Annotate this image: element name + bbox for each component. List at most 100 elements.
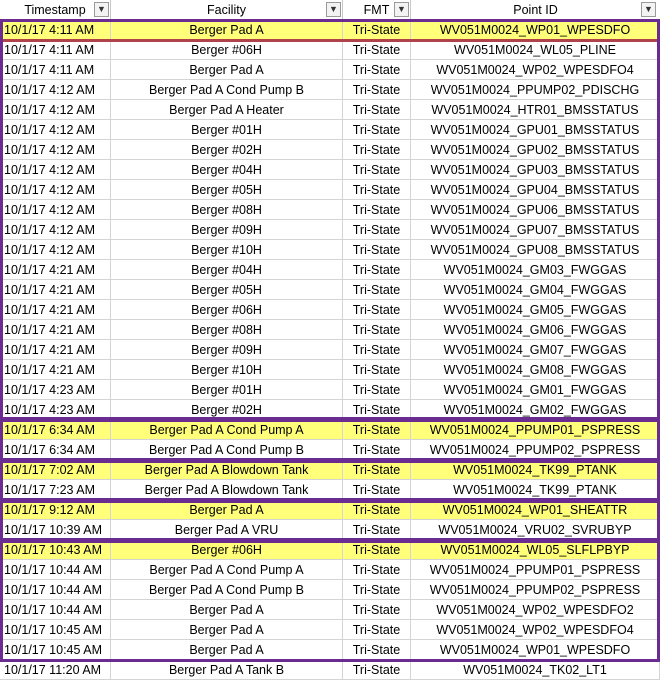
table-row[interactable]: 10/1/17 4:11 AM Berger Pad A Tri-State WV05… bbox=[0, 60, 660, 80]
facility-cell[interactable]: Berger #01H bbox=[111, 120, 343, 140]
timestamp-cell[interactable]: 10/1/17 4:11 AM bbox=[0, 40, 111, 60]
fmt-cell[interactable]: Tri-State bbox=[343, 80, 411, 100]
facility-cell[interactable]: Berger Pad A Cond Pump A bbox=[111, 560, 343, 580]
timestamp-cell[interactable]: 10/1/17 10:45 AM bbox=[0, 640, 111, 660]
point-id-cell[interactable]: WV051M0024_GM05_FWGGAS bbox=[411, 300, 660, 320]
point-id-cell[interactable]: WV051M0024_PPUMP01_PSPRESS bbox=[411, 560, 660, 580]
table-row[interactable]: 10/1/17 4:23 AM Berger #01H Tri-State WV051… bbox=[0, 380, 660, 400]
fmt-cell[interactable]: Tri-State bbox=[343, 40, 411, 60]
fmt-cell[interactable]: Tri-State bbox=[343, 180, 411, 200]
timestamp-cell[interactable]: 10/1/17 4:12 AM bbox=[0, 160, 111, 180]
table-row[interactable]: 10/1/17 4:11 AM Berger #06H Tri-State WV051… bbox=[0, 40, 660, 60]
facility-cell[interactable]: Berger #02H bbox=[111, 140, 343, 160]
table-row[interactable]: 10/1/17 11:20 AM Berger Pad A Tank B Tri-S… bbox=[0, 660, 660, 680]
table-row[interactable]: 10/1/17 4:12 AM Berger #09H Tri-State WV051… bbox=[0, 220, 660, 240]
point-id-cell[interactable]: WV051M0024_TK99_PTANK bbox=[411, 460, 660, 480]
timestamp-cell[interactable]: 10/1/17 10:39 AM bbox=[0, 520, 111, 540]
timestamp-cell[interactable]: 10/1/17 6:34 AM bbox=[0, 420, 111, 440]
point-id-cell[interactable]: WV051M0024_GM06_FWGGAS bbox=[411, 320, 660, 340]
table-row[interactable]: 10/1/17 9:12 AM Berger Pad A Tri-State WV05… bbox=[0, 500, 660, 520]
table-row[interactable]: 10/1/17 10:39 AM Berger Pad A VRU Tri-Stat… bbox=[0, 520, 660, 540]
point-id-cell[interactable]: WV051M0024_WL05_PLINE bbox=[411, 40, 660, 60]
point-id-cell[interactable]: WV051M0024_GM04_FWGGAS bbox=[411, 280, 660, 300]
timestamp-cell[interactable]: 10/1/17 6:34 AM bbox=[0, 440, 111, 460]
point-id-cell[interactable]: WV051M0024_GPU03_BMSSTATUS bbox=[411, 160, 660, 180]
fmt-cell[interactable]: Tri-State bbox=[343, 320, 411, 340]
column-header-fmt[interactable]: FMT ▼ bbox=[343, 0, 411, 20]
point-id-cell[interactable]: WV051M0024_WP02_WPESDFO2 bbox=[411, 600, 660, 620]
dropdown-arrow-icon[interactable]: ▼ bbox=[394, 2, 409, 17]
fmt-cell[interactable]: Tri-State bbox=[343, 260, 411, 280]
timestamp-cell[interactable]: 10/1/17 11:20 AM bbox=[0, 660, 111, 680]
fmt-cell[interactable]: Tri-State bbox=[343, 140, 411, 160]
fmt-cell[interactable]: Tri-State bbox=[343, 420, 411, 440]
table-row[interactable]: 10/1/17 10:43 AM Berger #06H Tri-State WV05… bbox=[0, 540, 660, 560]
table-row[interactable]: 10/1/17 4:21 AM Berger #05H Tri-State WV051… bbox=[0, 280, 660, 300]
timestamp-cell[interactable]: 10/1/17 7:23 AM bbox=[0, 480, 111, 500]
point-id-cell[interactable]: WV051M0024_VRU02_SVRUBYP bbox=[411, 520, 660, 540]
table-row[interactable]: 10/1/17 4:12 AM Berger Pad A Heater Tri-St… bbox=[0, 100, 660, 120]
fmt-cell[interactable]: Tri-State bbox=[343, 220, 411, 240]
facility-cell[interactable]: Berger Pad A bbox=[111, 640, 343, 660]
table-row[interactable]: 10/1/17 4:21 AM Berger #06H Tri-State WV051… bbox=[0, 300, 660, 320]
facility-cell[interactable]: Berger #02H bbox=[111, 400, 343, 420]
fmt-cell[interactable]: Tri-State bbox=[343, 580, 411, 600]
point-id-cell[interactable]: WV051M0024_GPU07_BMSSTATUS bbox=[411, 220, 660, 240]
point-id-cell[interactable]: WV051M0024_GM08_FWGGAS bbox=[411, 360, 660, 380]
fmt-cell[interactable]: Tri-State bbox=[343, 380, 411, 400]
timestamp-cell[interactable]: 10/1/17 4:12 AM bbox=[0, 220, 111, 240]
fmt-cell[interactable]: Tri-State bbox=[343, 60, 411, 80]
point-id-cell[interactable]: WV051M0024_PPUMP02_PDISCHG bbox=[411, 80, 660, 100]
timestamp-cell[interactable]: 10/1/17 4:12 AM bbox=[0, 140, 111, 160]
facility-cell[interactable]: Berger Pad A Heater bbox=[111, 100, 343, 120]
timestamp-cell[interactable]: 10/1/17 10:44 AM bbox=[0, 600, 111, 620]
point-id-cell[interactable]: WV051M0024_HTR01_BMSSTATUS bbox=[411, 100, 660, 120]
table-row[interactable]: 10/1/17 6:34 AM Berger Pad A Cond Pump AT… bbox=[0, 420, 660, 440]
fmt-cell[interactable]: Tri-State bbox=[343, 440, 411, 460]
facility-cell[interactable]: Berger Pad A Blowdown Tank bbox=[111, 460, 343, 480]
fmt-cell[interactable]: Tri-State bbox=[343, 540, 411, 560]
column-header-facility[interactable]: Facility ▼ bbox=[111, 0, 343, 20]
timestamp-cell[interactable]: 10/1/17 10:44 AM bbox=[0, 580, 111, 600]
point-id-cell[interactable]: WV051M0024_GPU01_BMSSTATUS bbox=[411, 120, 660, 140]
timestamp-cell[interactable]: 10/1/17 4:23 AM bbox=[0, 380, 111, 400]
fmt-cell[interactable]: Tri-State bbox=[343, 360, 411, 380]
table-row[interactable]: 10/1/17 4:12 AM Berger #08H Tri-State WV051… bbox=[0, 200, 660, 220]
point-id-cell[interactable]: WV051M0024_PPUMP02_PSPRESS bbox=[411, 580, 660, 600]
table-row[interactable]: 10/1/17 4:12 AM Berger #10H Tri-State WV051… bbox=[0, 240, 660, 260]
facility-cell[interactable]: Berger Pad A bbox=[111, 60, 343, 80]
timestamp-cell[interactable]: 10/1/17 4:11 AM bbox=[0, 60, 111, 80]
facility-cell[interactable]: Berger #01H bbox=[111, 380, 343, 400]
table-row[interactable]: 10/1/17 10:45 AM Berger Pad A Tri-State WV0… bbox=[0, 620, 660, 640]
table-row[interactable]: 10/1/17 6:34 AM Berger Pad A Cond Pump BT… bbox=[0, 440, 660, 460]
timestamp-cell[interactable]: 10/1/17 4:12 AM bbox=[0, 240, 111, 260]
table-row[interactable]: 10/1/17 4:23 AM Berger #02H Tri-State WV051… bbox=[0, 400, 660, 420]
point-id-cell[interactable]: WV051M0024_GPU04_BMSSTATUS bbox=[411, 180, 660, 200]
timestamp-cell[interactable]: 10/1/17 4:21 AM bbox=[0, 260, 111, 280]
timestamp-cell[interactable]: 10/1/17 4:23 AM bbox=[0, 400, 111, 420]
fmt-cell[interactable]: Tri-State bbox=[343, 500, 411, 520]
fmt-cell[interactable]: Tri-State bbox=[343, 400, 411, 420]
facility-cell[interactable]: Berger #06H bbox=[111, 40, 343, 60]
table-row[interactable]: 10/1/17 4:21 AM Berger #04H Tri-State WV051… bbox=[0, 260, 660, 280]
timestamp-cell[interactable]: 10/1/17 9:12 AM bbox=[0, 500, 111, 520]
facility-cell[interactable]: Berger #04H bbox=[111, 160, 343, 180]
table-row[interactable]: 10/1/17 10:44 AM Berger Pad A Tri-State WV0… bbox=[0, 600, 660, 620]
point-id-cell[interactable]: WV051M0024_GM02_FWGGAS bbox=[411, 400, 660, 420]
point-id-cell[interactable]: WV051M0024_GM01_FWGGAS bbox=[411, 380, 660, 400]
table-row[interactable]: 10/1/17 4:21 AM Berger #08H Tri-State WV051… bbox=[0, 320, 660, 340]
timestamp-cell[interactable]: 10/1/17 4:12 AM bbox=[0, 120, 111, 140]
facility-cell[interactable]: Berger Pad A Cond Pump B bbox=[111, 80, 343, 100]
point-id-cell[interactable]: WV051M0024_PPUMP01_PSPRESS bbox=[411, 420, 660, 440]
fmt-cell[interactable]: Tri-State bbox=[343, 520, 411, 540]
timestamp-cell[interactable]: 10/1/17 4:21 AM bbox=[0, 320, 111, 340]
table-row[interactable]: 10/1/17 4:11 AM Berger Pad A Tri-State WV05… bbox=[0, 20, 660, 40]
facility-cell[interactable]: Berger #06H bbox=[111, 540, 343, 560]
facility-cell[interactable]: Berger #04H bbox=[111, 260, 343, 280]
fmt-cell[interactable]: Tri-State bbox=[343, 20, 411, 40]
timestamp-cell[interactable]: 10/1/17 4:12 AM bbox=[0, 80, 111, 100]
table-row[interactable]: 10/1/17 4:12 AM Berger #01H Tri-State WV051… bbox=[0, 120, 660, 140]
point-id-cell[interactable]: WV051M0024_WP02_WPESDFO4 bbox=[411, 60, 660, 80]
facility-cell[interactable]: Berger Pad A Blowdown Tank bbox=[111, 480, 343, 500]
timestamp-cell[interactable]: 10/1/17 10:44 AM bbox=[0, 560, 111, 580]
